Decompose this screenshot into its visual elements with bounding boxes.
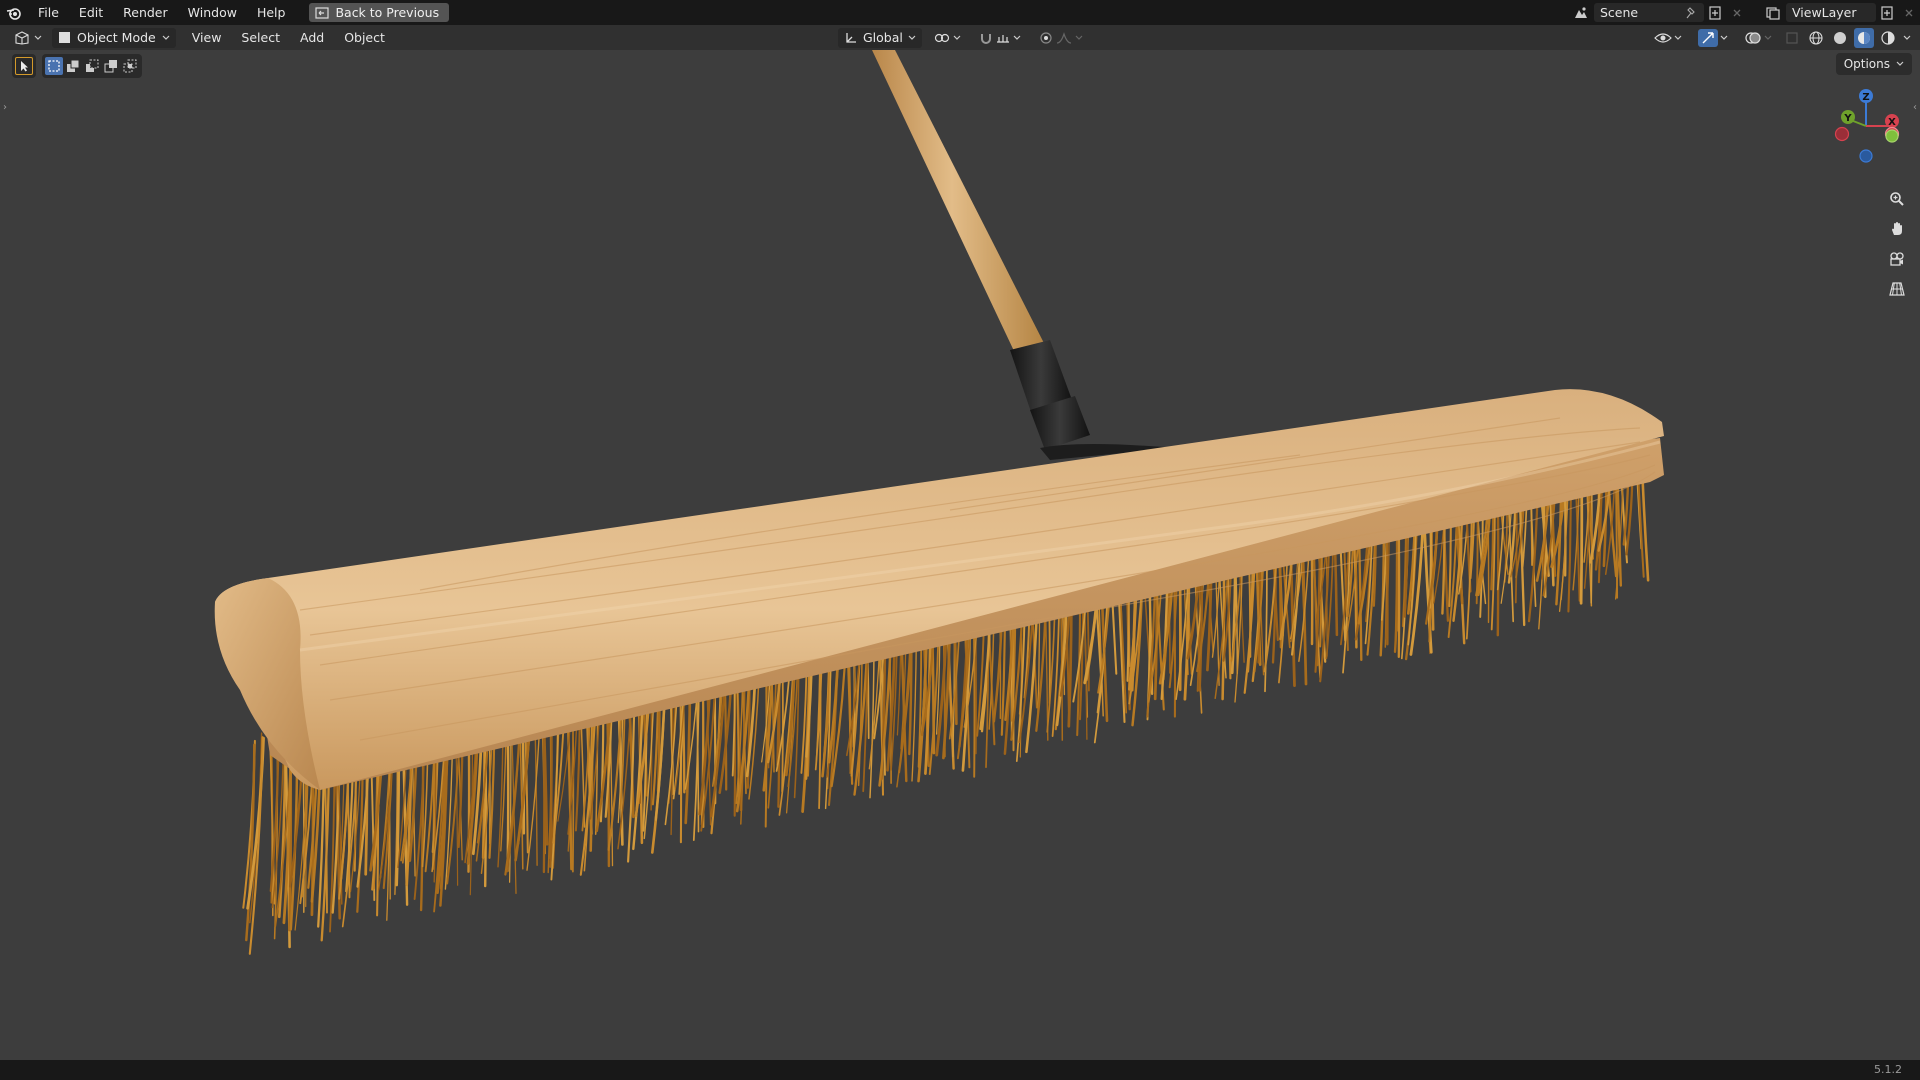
header-menu-add[interactable]: Add <box>290 30 334 45</box>
scene-name-field[interactable]: Scene <box>1594 3 1704 22</box>
scene-selector-icon[interactable] <box>1570 3 1592 22</box>
bristle-strand <box>1441 514 1446 615</box>
chevron-down-icon <box>908 35 916 40</box>
sidebar-expand-arrow-icon[interactable]: ‹ <box>1910 100 1920 114</box>
magnet-icon <box>980 33 991 44</box>
view-layer-name: ViewLayer <box>1792 5 1857 20</box>
gizmo-x-label: X <box>1888 117 1896 128</box>
broom-handle <box>872 50 1175 460</box>
overlays-icon <box>1745 31 1761 44</box>
falloff-curve-icon <box>1056 31 1071 44</box>
delete-view-layer-icon[interactable] <box>1898 3 1920 22</box>
toolbar-expand-arrow-icon[interactable]: › <box>0 100 10 114</box>
gizmo-neg-x2-axis[interactable] <box>1834 126 1850 142</box>
menu-window[interactable]: Window <box>178 0 247 25</box>
transform-orientation-dropdown[interactable]: Global <box>838 27 922 48</box>
transform-pivot-button[interactable] <box>928 28 967 48</box>
rendered-shading-icon[interactable] <box>1878 28 1898 48</box>
chevron-down-icon <box>1896 61 1904 66</box>
chevron-down-icon <box>1764 35 1772 40</box>
select-subtract-icon[interactable] <box>83 57 101 75</box>
solid-shading-icon[interactable] <box>1830 28 1850 48</box>
object-mode-dropdown[interactable]: Object Mode <box>52 27 176 48</box>
chevron-down-icon <box>34 35 42 40</box>
chevron-down-icon <box>162 35 170 40</box>
gizmos-button[interactable] <box>1692 28 1734 48</box>
gizmo-toggle-icon <box>1698 28 1718 47</box>
back-to-previous-button[interactable]: Back to Previous <box>309 3 450 22</box>
eye-icon <box>1654 32 1672 43</box>
bristle-strand <box>1357 529 1363 661</box>
object-mode-icon <box>59 32 70 43</box>
select-extend-icon[interactable] <box>64 57 82 75</box>
back-screen-icon <box>315 6 330 19</box>
camera-view-icon[interactable] <box>1884 246 1910 272</box>
viewport-header: Object Mode View Select Add Object Globa… <box>0 25 1920 50</box>
gizmo-z-label: Z <box>1862 92 1869 103</box>
pin-icon[interactable] <box>1686 6 1698 19</box>
header-menu-select[interactable]: Select <box>231 30 290 45</box>
overlays-button[interactable] <box>1738 28 1778 48</box>
zoom-magnifier-icon[interactable] <box>1884 186 1910 212</box>
chevron-down-icon <box>953 35 961 40</box>
view-layer-field[interactable]: ViewLayer <box>1786 3 1876 22</box>
header-menu-object[interactable]: Object <box>334 30 395 45</box>
options-label: Options <box>1843 57 1890 71</box>
new-view-layer-icon[interactable] <box>1876 3 1898 22</box>
material-preview-shading-icon[interactable] <box>1854 27 1874 48</box>
xray-toggle-icon[interactable] <box>1782 28 1802 48</box>
object-mode-label: Object Mode <box>77 30 156 45</box>
chevron-down-icon <box>1674 35 1682 40</box>
menu-help[interactable]: Help <box>247 0 296 25</box>
3d-viewport-icon <box>15 30 29 45</box>
broom-render <box>214 50 1664 955</box>
chevron-down-icon <box>1075 35 1083 40</box>
chevron-down-icon <box>1720 35 1728 40</box>
perspective-grid-icon[interactable] <box>1884 276 1910 302</box>
shading-options-chevron-icon[interactable] <box>1902 28 1912 48</box>
menu-file[interactable]: File <box>28 0 69 25</box>
select-intersect-icon[interactable] <box>121 57 139 75</box>
select-cursor-tool-icon[interactable] <box>15 57 33 75</box>
proportional-editing-icon <box>1040 31 1052 44</box>
header-menu-view[interactable]: View <box>182 30 232 45</box>
active-tool-box[interactable] <box>12 54 36 78</box>
view-layer-selector-icon[interactable] <box>1762 3 1784 22</box>
3d-viewport[interactable]: Options › ‹ Z X Y <box>0 50 1920 1060</box>
status-bar: 5.1.2 <box>0 1060 1920 1080</box>
bristle-strand <box>1579 481 1584 605</box>
chevron-down-icon <box>1013 35 1021 40</box>
selection-mode-box <box>42 54 142 78</box>
pivot-icon <box>934 33 949 42</box>
options-dropdown[interactable]: Options <box>1835 53 1912 75</box>
gizmo-neg-z-axis[interactable] <box>1859 149 1873 163</box>
menu-edit[interactable]: Edit <box>69 0 113 25</box>
menu-render[interactable]: Render <box>113 0 178 25</box>
gizmo-neg-y-axis[interactable] <box>1885 129 1899 143</box>
tool-settings-row <box>12 54 142 78</box>
gizmo-y-label: Y <box>1843 113 1852 124</box>
navigation-gizmo[interactable]: Z X Y <box>1826 84 1906 164</box>
orientation-label: Global <box>863 30 903 45</box>
select-invert-icon[interactable] <box>102 57 120 75</box>
top-menu-bar: File Edit Render Window Help Back to Pre… <box>0 0 1920 25</box>
snap-toggle-button[interactable] <box>973 28 1027 48</box>
proportional-editing-button[interactable] <box>1033 28 1089 48</box>
pan-hand-icon[interactable] <box>1884 216 1910 242</box>
wireframe-shading-icon[interactable] <box>1806 28 1826 48</box>
delete-scene-icon[interactable] <box>1726 3 1748 22</box>
back-button-label: Back to Previous <box>335 5 440 20</box>
version-label: 5.1.2 <box>1874 1063 1902 1076</box>
select-new-icon[interactable] <box>45 57 63 75</box>
new-scene-icon[interactable] <box>1704 3 1726 22</box>
blender-logo-icon[interactable] <box>0 0 28 25</box>
snap-increment-icon <box>996 34 1009 43</box>
editor-type-button[interactable] <box>8 28 48 48</box>
object-type-visibility-button[interactable] <box>1648 28 1688 48</box>
scene-name: Scene <box>1600 5 1639 20</box>
orientation-axes-icon <box>846 32 856 43</box>
